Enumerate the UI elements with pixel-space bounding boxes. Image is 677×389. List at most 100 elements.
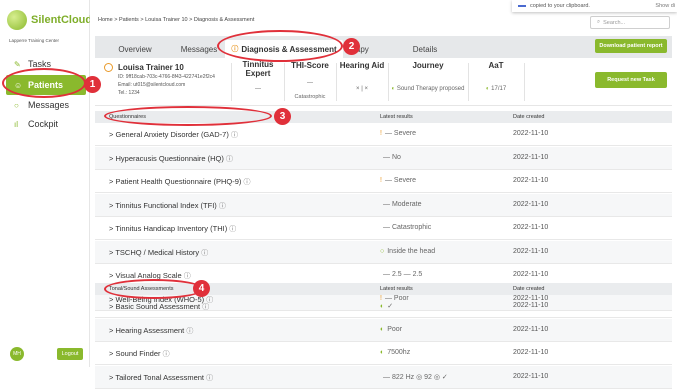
top-bar: Home > Patients > Louisa Trainer 10 > Di… xyxy=(90,0,677,36)
column-latest-results: Latest results xyxy=(380,114,413,120)
date-created: 2022-11-10 xyxy=(513,130,549,137)
table-row[interactable]: > Sound Finder ⓘ ◐ 7500hz 2022-11-10 xyxy=(95,342,672,365)
tab-details[interactable]: Details xyxy=(395,40,455,58)
result-text: — Catastrophic xyxy=(383,224,432,231)
row-title[interactable]: > Hyperacusis Questionnaire (HQ) ⓘ xyxy=(109,154,233,164)
result-text: Poor xyxy=(387,325,403,333)
table-row[interactable]: > General Anxiety Disorder (GAD-7) ⓘ ! — S… xyxy=(95,123,672,146)
latest-result: — 2.5 — 2.5 xyxy=(380,271,422,278)
row-title[interactable]: > Tinnitus Functional Index (TFI) ⓘ xyxy=(109,201,226,211)
date-created: 2022-11-10 xyxy=(513,372,549,380)
search-placeholder: Search... xyxy=(603,19,626,26)
info-icon[interactable]: ⓘ xyxy=(202,304,209,311)
row-title[interactable]: > General Anxiety Disorder (GAD-7) ⓘ xyxy=(109,130,238,140)
chevron-right-icon: > xyxy=(109,177,114,186)
date-created: 2022-11-10 xyxy=(513,349,549,356)
column-date-created: Date created xyxy=(513,286,545,292)
info-icon[interactable]: ⓘ xyxy=(184,273,191,280)
date-created: 2022-11-10 xyxy=(513,247,549,255)
row-label: Tailored Tonal Assessment xyxy=(115,372,205,382)
aat-label: AaT xyxy=(488,61,504,70)
row-label: Patient Health Questionnaire (PHQ-9) xyxy=(115,177,242,186)
tinnitus-expert-label: Tinnitus Expert xyxy=(232,60,284,78)
latest-result: — No xyxy=(380,154,401,161)
callout-badge: 3 xyxy=(274,108,291,125)
callout-badge: 1 xyxy=(84,76,101,93)
toast-action[interactable]: Show di xyxy=(655,3,675,9)
search-input[interactable]: ⌕ Search... xyxy=(590,16,670,29)
cockpit-icon: ıl xyxy=(14,119,18,129)
journey-label: Journey xyxy=(412,61,444,70)
tasks-icon: ✎ xyxy=(14,59,21,69)
result-text: — 2.5 — 2.5 xyxy=(383,271,423,278)
sidebar-item-cockpit[interactable]: ıl Cockpit xyxy=(0,114,90,134)
chevron-right-icon: > xyxy=(109,271,114,280)
thi-score-value: — xyxy=(307,80,313,86)
chevron-right-icon: > xyxy=(109,224,114,233)
chevron-right-icon: > xyxy=(109,153,114,163)
result-indicator-icon: ! xyxy=(380,177,382,184)
result-indicator-icon: ! xyxy=(380,130,382,137)
logout-button[interactable]: Logout xyxy=(57,348,83,360)
latest-result: ! — Severe xyxy=(380,130,416,137)
row-title[interactable]: > Patient Health Questionnaire (PHQ-9) ⓘ xyxy=(109,177,250,187)
date-created: 2022-11-10 xyxy=(513,325,549,333)
row-label: Sound Finder xyxy=(115,349,161,358)
sidebar-item-label: Cockpit xyxy=(28,119,59,129)
date-created: 2022-11-10 xyxy=(513,224,549,231)
hearing-aid-value: × | × xyxy=(356,86,368,92)
row-title[interactable]: > Basic Sound Assessment ⓘ xyxy=(109,302,209,312)
thi-score-label: THI-Score xyxy=(291,61,329,70)
status-warning-icon xyxy=(104,63,113,72)
divider xyxy=(524,63,525,101)
info-icon[interactable]: ⓘ xyxy=(201,250,208,257)
breadcrumb[interactable]: Home > Patients > Louisa Trainer 10 > Di… xyxy=(98,17,254,23)
result-indicator-icon: ◐ xyxy=(380,303,385,310)
row-title[interactable]: > Tailored Tonal Assessment ⓘ xyxy=(109,373,213,383)
info-icon[interactable]: ⓘ xyxy=(231,132,238,139)
table-row[interactable]: > TSCHQ / Medical History ⓘ ○ Inside the h… xyxy=(95,240,672,264)
row-title[interactable]: > Tinnitus Handicap Inventory (THI) ⓘ xyxy=(109,224,236,234)
latest-result: — Catastrophic xyxy=(380,224,431,231)
info-icon[interactable]: ⓘ xyxy=(243,179,250,186)
row-label: General Anxiety Disorder (GAD-7) xyxy=(115,130,229,139)
table-row[interactable]: > Tinnitus Functional Index (TFI) ⓘ — Mod… xyxy=(95,193,672,217)
info-icon[interactable]: ⓘ xyxy=(206,375,213,382)
date-created: 2022-11-10 xyxy=(513,177,549,184)
patient-card: Louisa Trainer 10 ID: 9ff18cab-703c-4766… xyxy=(95,58,672,106)
download-patient-report-button[interactable]: Download patient report xyxy=(595,39,667,53)
chevron-right-icon: > xyxy=(109,325,114,335)
aat-icon: ◐ xyxy=(485,86,490,92)
info-icon[interactable]: ⓘ xyxy=(163,351,170,358)
column-date-created: Date created xyxy=(513,114,545,120)
table-row[interactable]: > Hearing Assessment ⓘ ◐ Poor 2022-11-10 xyxy=(95,318,672,342)
row-title[interactable]: > TSCHQ / Medical History ⓘ xyxy=(109,248,208,258)
app-subtitle: Lapperre Training Center xyxy=(9,38,60,43)
info-icon[interactable]: ⓘ xyxy=(226,156,233,163)
chevron-right-icon: > xyxy=(109,130,114,139)
row-title[interactable]: > Hearing Assessment ⓘ xyxy=(109,326,193,336)
table-row[interactable]: > Basic Sound Assessment ⓘ ◐ ✓ 2022-11-10 xyxy=(95,295,672,318)
row-title[interactable]: > Sound Finder ⓘ xyxy=(109,349,170,359)
thi-score-category: Catastrophic xyxy=(294,94,326,100)
info-icon[interactable]: ⓘ xyxy=(219,203,226,210)
sidebar: SilentCloud Lapperre Training Center ✎ T… xyxy=(0,0,92,367)
journey-value: ◐ Sound Therapy proposed xyxy=(388,86,468,92)
request-new-task-button[interactable]: Request new Task xyxy=(595,72,667,88)
info-icon[interactable]: ⓘ xyxy=(186,328,193,335)
table-row[interactable]: > Tinnitus Handicap Inventory (THI) ⓘ — C… xyxy=(95,217,672,240)
info-icon[interactable]: ⓘ xyxy=(229,226,236,233)
hearing-aid-label: Hearing Aid xyxy=(339,61,385,70)
result-indicator-icon: ◐ xyxy=(380,325,385,333)
row-label: Tinnitus Handicap Inventory (THI) xyxy=(115,224,228,233)
table-row[interactable]: > Tailored Tonal Assessment ⓘ — 822 Hz ◎ … xyxy=(95,365,672,389)
avatar[interactable]: MH xyxy=(10,347,24,361)
tab-bar: Overview Messages ⓘ Diagnosis & Assessme… xyxy=(95,36,672,58)
sidebar-footer: MH Logout xyxy=(0,343,90,367)
tab-overview[interactable]: Overview xyxy=(109,40,161,58)
row-label: Basic Sound Assessment xyxy=(115,302,201,311)
latest-result: ◐ ✓ xyxy=(380,302,393,310)
table-row[interactable]: > Patient Health Questionnaire (PHQ-9) ⓘ… xyxy=(95,170,672,193)
table-row[interactable]: > Hyperacusis Questionnaire (HQ) ⓘ — No 20… xyxy=(95,146,672,170)
sidebar-item-messages[interactable]: ○ Messages xyxy=(0,95,90,115)
